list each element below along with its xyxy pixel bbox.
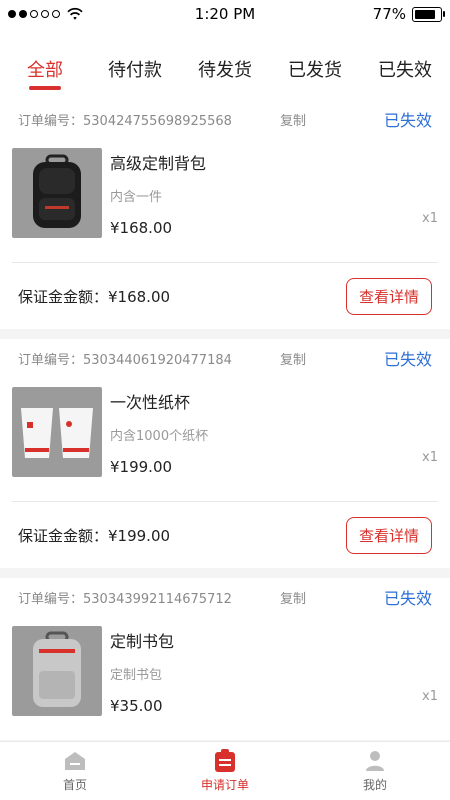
product-name: 高级定制背包 bbox=[110, 154, 207, 173]
battery-icon bbox=[412, 6, 445, 22]
nav-home[interactable]: 首页 bbox=[0, 742, 150, 800]
nav-apply-order-label: 申请订单 bbox=[200, 777, 249, 792]
order-header: 订单编号：530344061920477184 复制 已失效 bbox=[0, 339, 450, 377]
order-header: 订单编号：530424755698925568 复制 已失效 bbox=[0, 100, 450, 138]
wifi-icon bbox=[67, 7, 83, 20]
order-footer: 保证金金额：¥199.00 查看详情 bbox=[0, 502, 450, 568]
order-status: 已失效 bbox=[383, 111, 432, 130]
school-bag-icon bbox=[33, 631, 81, 707]
view-details-button[interactable]: 查看详情 bbox=[345, 516, 432, 554]
backpack-icon bbox=[33, 154, 81, 228]
battery-percent: 77% bbox=[372, 5, 406, 23]
order-status: 已失效 bbox=[383, 350, 432, 369]
product-image bbox=[12, 387, 102, 477]
order-card: 订单编号：530343992114675712 复制 已失效 定制书包 定制书包… bbox=[0, 578, 450, 740]
tab-shipped[interactable]: 已发货 bbox=[270, 28, 360, 82]
nav-mine[interactable]: 我的 bbox=[300, 742, 450, 800]
copy-button[interactable]: 复制 bbox=[280, 349, 306, 368]
cellular-signal-icon bbox=[8, 10, 60, 18]
product-image bbox=[12, 626, 102, 716]
product-description: 内含一件 bbox=[110, 190, 163, 205]
copy-button[interactable]: 复制 bbox=[280, 110, 306, 129]
nav-home-label: 首页 bbox=[62, 777, 87, 792]
order-list[interactable]: 订单编号：530424755698925568 复制 已失效 高级定制背包 内含… bbox=[0, 100, 450, 742]
status-bar-right: 77% bbox=[373, 5, 450, 23]
product-image bbox=[12, 148, 102, 238]
order-number: 订单编号：530343992114675712 bbox=[18, 591, 232, 607]
product-quantity: x1 bbox=[422, 450, 438, 465]
tab-all[interactable]: 全部 bbox=[0, 28, 90, 82]
product-price: ¥199.00 bbox=[110, 458, 173, 476]
tab-expired[interactable]: 已失效 bbox=[360, 28, 450, 82]
status-bar-left bbox=[0, 7, 84, 21]
order-status: 已失效 bbox=[383, 589, 432, 608]
view-details-button[interactable]: 查看详情 bbox=[345, 277, 432, 315]
product-description: 内含1000个纸杯 bbox=[110, 429, 209, 444]
product-row[interactable]: 高级定制背包 内含一件 ¥168.00 x1 bbox=[0, 138, 450, 262]
product-info: 高级定制背包 内含一件 ¥168.00 bbox=[110, 148, 438, 238]
tab-pending-payment[interactable]: 待付款 bbox=[90, 28, 180, 82]
order-card: 订单编号：530424755698925568 复制 已失效 高级定制背包 内含… bbox=[0, 100, 450, 329]
product-name: 一次性纸杯 bbox=[110, 393, 191, 412]
order-footer: 保证金金额：¥168.00 查看详情 bbox=[0, 263, 450, 329]
bottom-nav: 首页 申请订单 我的 bbox=[0, 741, 450, 800]
order-card: 订单编号：530344061920477184 复制 已失效 一次性纸杯 内含1… bbox=[0, 339, 450, 568]
product-row[interactable]: 定制书包 定制书包 ¥35.00 x1 bbox=[0, 616, 450, 740]
product-info: 一次性纸杯 内含1000个纸杯 ¥199.00 bbox=[110, 387, 438, 477]
product-name: 定制书包 bbox=[110, 632, 175, 651]
copy-button[interactable]: 复制 bbox=[280, 588, 306, 607]
order-tabs: 全部 待付款 待发货 已发货 已失效 bbox=[0, 28, 450, 100]
paper-cups-icon bbox=[21, 408, 93, 458]
product-info: 定制书包 定制书包 ¥35.00 bbox=[110, 626, 438, 716]
nav-apply-order[interactable]: 申请订单 bbox=[150, 742, 300, 800]
order-number: 订单编号：530424755698925568 bbox=[18, 113, 232, 129]
product-price: ¥35.00 bbox=[110, 697, 163, 715]
product-quantity: x1 bbox=[422, 211, 438, 226]
product-row[interactable]: 一次性纸杯 内含1000个纸杯 ¥199.00 x1 bbox=[0, 377, 450, 501]
product-price: ¥168.00 bbox=[110, 219, 173, 237]
nav-mine-label: 我的 bbox=[362, 777, 387, 792]
tab-pending-shipment[interactable]: 待发货 bbox=[180, 28, 270, 82]
deposit-amount: 保证金金额：¥168.00 bbox=[18, 287, 171, 306]
order-number: 订单编号：530344061920477184 bbox=[18, 352, 232, 368]
home-icon bbox=[65, 751, 85, 770]
product-description: 定制书包 bbox=[110, 668, 163, 683]
clipboard-icon bbox=[215, 748, 235, 772]
deposit-amount: 保证金金额：¥199.00 bbox=[18, 526, 171, 545]
order-header: 订单编号：530343992114675712 复制 已失效 bbox=[0, 578, 450, 616]
user-icon bbox=[366, 750, 384, 771]
status-time: 1:20 PM bbox=[194, 5, 256, 23]
product-quantity: x1 bbox=[422, 689, 438, 704]
status-bar: 1:20 PM 77% bbox=[0, 0, 450, 28]
